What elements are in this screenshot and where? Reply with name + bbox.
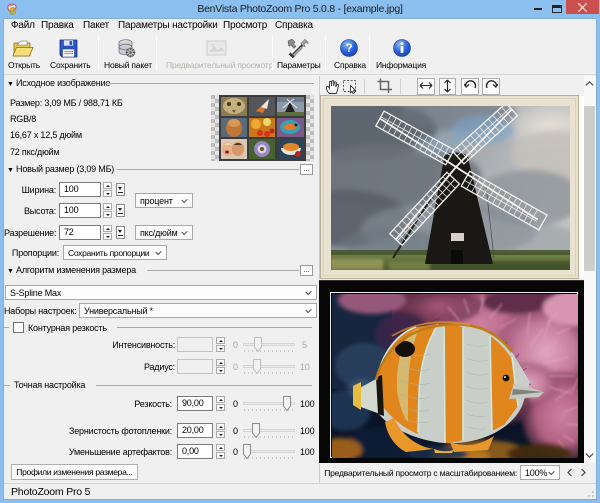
svg-text:S: S [9,7,16,17]
svg-text:?: ? [346,43,353,55]
